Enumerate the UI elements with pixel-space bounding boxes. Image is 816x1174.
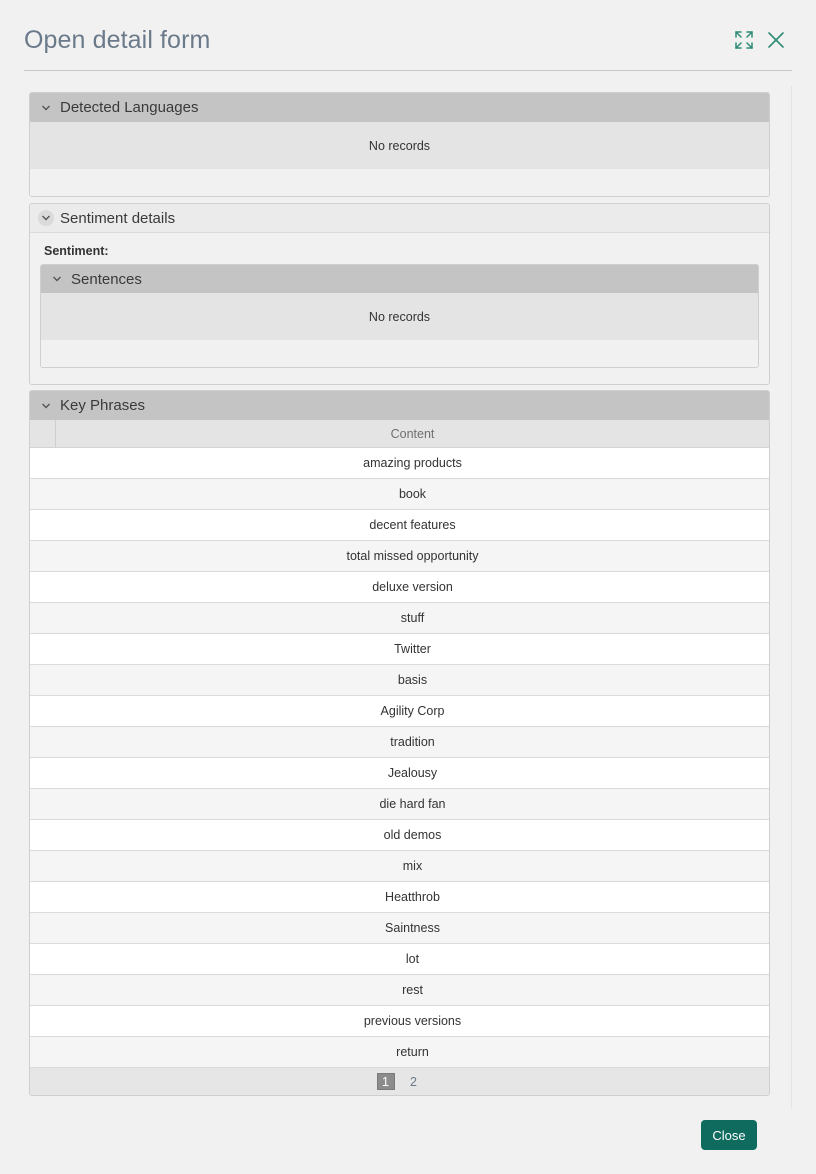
table-row[interactable]: stuff: [30, 603, 769, 634]
cell-content: total missed opportunity: [346, 549, 479, 563]
cell-content: previous versions: [363, 1014, 462, 1028]
detected-languages-header[interactable]: Detected Languages: [30, 93, 769, 122]
cell-content: basis: [397, 673, 428, 687]
table-row[interactable]: book: [30, 479, 769, 510]
detected-languages-panel: Detected Languages No records: [29, 92, 770, 197]
chevron-down-icon[interactable]: [38, 398, 54, 414]
key-phrases-rows: amazing products book decent features total…: [30, 448, 769, 1068]
sentences-header[interactable]: Sentences: [41, 265, 758, 293]
cell-content: amazing products: [363, 456, 462, 470]
table-row[interactable]: rest: [30, 975, 769, 1006]
cell-content: Agility Corp: [380, 704, 445, 718]
cell-content: book: [398, 487, 427, 501]
close-button[interactable]: Close: [701, 1120, 757, 1150]
table-row[interactable]: old demos: [30, 820, 769, 851]
table-row[interactable]: die hard fan: [30, 789, 769, 820]
cell-content: Twitter: [394, 642, 431, 656]
cell-content: lot: [405, 952, 420, 966]
scroll-track: [791, 86, 792, 1108]
cell-content: Heatthrob: [385, 890, 440, 904]
cell-content: decent features: [369, 518, 456, 532]
table-row[interactable]: amazing products: [30, 448, 769, 479]
column-header-content[interactable]: Content: [56, 420, 769, 447]
key-phrases-title: Key Phrases: [60, 397, 146, 414]
form-content[interactable]: Detected Languages No records Sentiment …: [24, 86, 792, 1108]
table-row[interactable]: previous versions: [30, 1006, 769, 1037]
cell-content: deluxe version: [372, 580, 453, 594]
sentences-title: Sentences: [71, 270, 142, 288]
sentiment-details-title: Sentiment details: [60, 209, 176, 227]
table-row[interactable]: Heatthrob: [30, 882, 769, 913]
table-row[interactable]: lot: [30, 944, 769, 975]
cell-content: mix: [402, 859, 423, 873]
sentiment-details-panel: Sentiment details Sentiment: Sentences N…: [29, 203, 770, 385]
cell-content: rest: [402, 983, 423, 997]
title-divider: [24, 70, 792, 71]
cell-content: Jealousy: [387, 766, 438, 780]
page-button-2[interactable]: 2: [405, 1073, 423, 1090]
chevron-down-icon[interactable]: [38, 210, 54, 226]
row-selector-header[interactable]: [30, 420, 56, 447]
sentences-empty: No records: [41, 293, 758, 340]
table-row[interactable]: tradition: [30, 727, 769, 758]
cell-content: tradition: [390, 735, 435, 749]
table-row[interactable]: return: [30, 1037, 769, 1068]
detail-form-dialog: Open detail form Detected Languages No r…: [0, 0, 816, 1174]
maximize-icon[interactable]: [733, 29, 755, 51]
table-row[interactable]: Jealousy: [30, 758, 769, 789]
detected-languages-empty: No records: [30, 122, 769, 169]
dialog-title: Open detail form: [24, 26, 211, 54]
key-phrases-header[interactable]: Key Phrases: [30, 391, 769, 420]
cell-content: stuff: [400, 611, 425, 625]
sentences-panel: Sentences No records: [40, 264, 759, 368]
table-row[interactable]: deluxe version: [30, 572, 769, 603]
table-row[interactable]: Saintness: [30, 913, 769, 944]
sentences-footer: [41, 340, 758, 367]
sentiment-label: Sentiment:: [44, 244, 109, 258]
table-row[interactable]: total missed opportunity: [30, 541, 769, 572]
grid-header: Content: [30, 420, 769, 448]
cell-content: Saintness: [385, 921, 440, 935]
pager: 12: [30, 1068, 769, 1095]
chevron-down-icon[interactable]: [38, 100, 54, 116]
table-row[interactable]: decent features: [30, 510, 769, 541]
sentiment-details-header[interactable]: Sentiment details: [30, 204, 769, 233]
chevron-down-icon[interactable]: [49, 271, 65, 287]
page-button-1[interactable]: 1: [376, 1073, 395, 1090]
cell-content: die hard fan: [379, 797, 446, 811]
table-row[interactable]: basis: [30, 665, 769, 696]
cell-content: old demos: [383, 828, 442, 842]
close-icon[interactable]: [765, 29, 787, 51]
cell-content: return: [396, 1045, 429, 1059]
detected-languages-footer: [30, 169, 769, 196]
table-row[interactable]: Agility Corp: [30, 696, 769, 727]
table-row[interactable]: Twitter: [30, 634, 769, 665]
detected-languages-title: Detected Languages: [60, 99, 199, 116]
key-phrases-panel: Key Phrases Content amazing products book…: [29, 390, 770, 1096]
table-row[interactable]: mix: [30, 851, 769, 882]
